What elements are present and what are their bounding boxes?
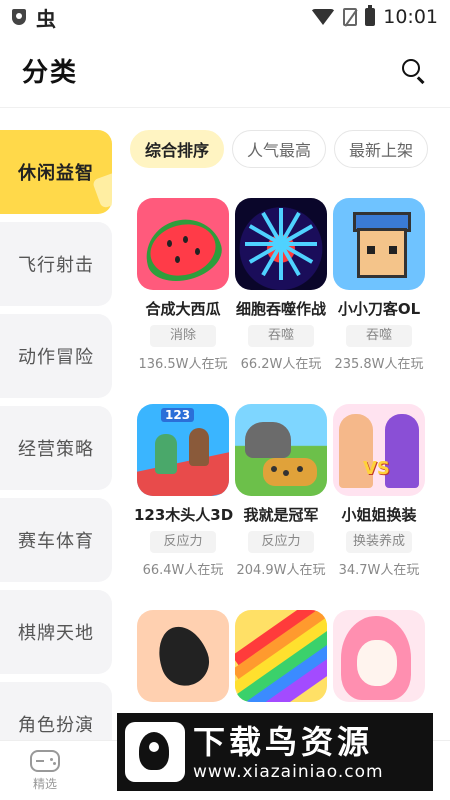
sidebar-item-label: 棋牌天地	[18, 623, 94, 644]
sidebar-item-strategy[interactable]: 经营策略	[0, 406, 112, 490]
rainbow-roll-icon	[235, 610, 327, 702]
game-name: 我就是冠军	[243, 506, 319, 524]
search-icon	[402, 58, 420, 77]
no-sim-icon	[343, 8, 358, 26]
watermelon-icon	[137, 198, 229, 290]
game-card[interactable]	[134, 610, 232, 702]
sidebar-item-role-playing[interactable]: 角色扮演	[0, 682, 112, 740]
status-bar: 虫 10:01	[0, 0, 450, 34]
shield-icon	[12, 9, 26, 25]
sidebar-item-board-cards[interactable]: 棋牌天地	[0, 590, 112, 674]
page-title: 分类	[22, 58, 79, 88]
game-players: 34.7W人在玩	[338, 563, 420, 578]
sidebar-item-label: 动作冒险	[18, 347, 94, 368]
bug-icon: 虫	[36, 6, 56, 31]
game-card[interactable]: 细胞吞噬作战 吞噬 66.2W人在玩	[232, 198, 330, 372]
game-card[interactable]	[232, 610, 330, 702]
dressup-icon: VS	[333, 404, 425, 496]
sidebar-item-label: 休闲益智	[18, 163, 94, 184]
sidebar-item-racing-sports[interactable]: 赛车体育	[0, 498, 112, 582]
battery-icon	[365, 5, 376, 26]
nav-featured[interactable]: 精选	[0, 741, 90, 800]
game-name: 123木头人3D	[134, 506, 234, 524]
game-card[interactable]: 小小刀客OL 吞噬 235.8W人在玩	[330, 198, 428, 372]
watermark-title: 下载鸟资源	[193, 723, 374, 761]
game-name: 细胞吞噬作战	[235, 300, 326, 318]
game-tag: 换装养成	[346, 531, 412, 553]
sidebar-item-label: 赛车体育	[18, 531, 94, 552]
watermark-banner: 下载鸟资源 www.xiazainiao.com	[117, 713, 433, 791]
tab-newest[interactable]: 最新上架	[334, 130, 429, 168]
app-screen: 虫 10:01 分类 休闲益智 飞行射击 动作冒险 经营策略 赛车体育 棋牌天地…	[0, 0, 450, 800]
gamepad-icon	[30, 750, 60, 772]
game-card[interactable]: 我就是冠军 反应力 204.9W人在玩	[232, 404, 330, 578]
watermark-url: www.xiazainiao.com	[193, 762, 384, 782]
game-name: 小姐姐换装	[341, 506, 417, 524]
game-tag: 吞噬	[346, 325, 412, 347]
sidebar-item-label: 经营策略	[18, 439, 94, 460]
wifi-icon	[311, 9, 336, 25]
knight-icon	[333, 198, 425, 290]
game-tag: 吞噬	[248, 325, 314, 347]
search-button[interactable]	[400, 57, 428, 85]
bird-logo-icon	[125, 722, 185, 782]
game-card[interactable]: 123 123木头人3D 反应力 66.4W人在玩	[134, 404, 234, 578]
game-tag: 消除	[150, 325, 216, 347]
sort-tabs: 综合排序 人气最高 最新上架	[130, 130, 440, 170]
animal-icon	[235, 404, 327, 496]
game-name: 小小刀客OL	[337, 300, 421, 318]
sidebar-item-flight-shooting[interactable]: 飞行射击	[0, 222, 112, 306]
tab-comprehensive[interactable]: 综合排序	[130, 130, 225, 168]
game-name: 合成大西瓜	[145, 300, 221, 318]
runner-icon: 123	[137, 404, 229, 496]
game-players: 235.8W人在玩	[334, 357, 424, 372]
egg-icon	[137, 610, 229, 702]
category-sidebar: 休闲益智 飞行射击 动作冒险 经营策略 赛车体育 棋牌天地 角色扮演	[0, 130, 112, 740]
game-grid: 合成大西瓜 消除 136.5W人在玩 细胞吞噬作战 吞噬 66.2W人在玩 小小…	[134, 198, 438, 718]
page-header: 分类	[0, 34, 450, 108]
girl-face-icon	[333, 610, 425, 702]
cell-icon	[235, 198, 327, 290]
game-card[interactable]	[330, 610, 428, 702]
tab-most-popular[interactable]: 人气最高	[232, 130, 327, 168]
sidebar-item-label: 角色扮演	[18, 715, 94, 736]
status-time: 10:01	[383, 6, 438, 28]
game-tag: 反应力	[150, 531, 216, 553]
sidebar-item-label: 飞行射击	[18, 255, 94, 276]
game-players: 204.9W人在玩	[236, 563, 326, 578]
game-players: 66.2W人在玩	[240, 357, 322, 372]
game-players: 66.4W人在玩	[142, 563, 224, 578]
game-tag: 反应力	[248, 531, 314, 553]
sidebar-item-casual-puzzle[interactable]: 休闲益智	[0, 130, 112, 214]
sidebar-item-action-adventure[interactable]: 动作冒险	[0, 314, 112, 398]
nav-label: 精选	[32, 777, 57, 791]
game-card[interactable]: 合成大西瓜 消除 136.5W人在玩	[134, 198, 232, 372]
game-players: 136.5W人在玩	[138, 357, 228, 372]
game-card[interactable]: VS 小姐姐换装 换装养成 34.7W人在玩	[330, 404, 428, 578]
